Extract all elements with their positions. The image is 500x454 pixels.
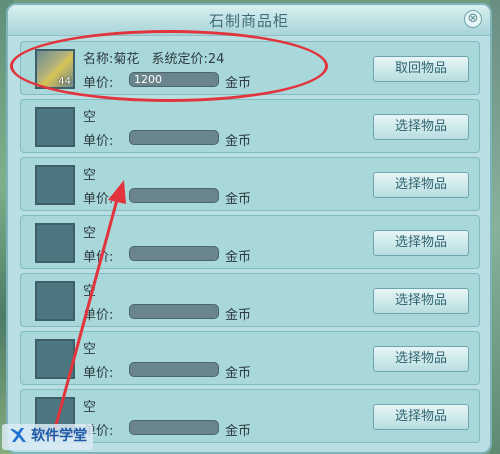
unit-price-label: 单价:: [83, 250, 114, 265]
select-item-button[interactable]: 选择物品: [373, 346, 469, 372]
item-slot: 空 单价: 金币 选择物品: [20, 215, 480, 269]
shop-cabinet-window: 石制商品柜 ⊗ 44 名称:菊花 系统定价:24 单价: 1200 金币 取回物…: [6, 3, 492, 454]
empty-label: 空: [83, 168, 97, 183]
select-item-button[interactable]: 选择物品: [373, 288, 469, 314]
window-title: 石制商品柜: [208, 12, 289, 30]
item-slot: 空 单价: 金币 选择物品: [20, 99, 480, 153]
empty-label: 空: [83, 284, 97, 299]
unit-price-input[interactable]: [129, 188, 219, 203]
unit-price-label: 单价:: [83, 308, 114, 323]
item-name-label: 名称:菊花: [83, 52, 140, 67]
empty-label: 空: [83, 226, 97, 241]
unit-price-label: 单价:: [83, 192, 114, 207]
unit-price-label: 单价:: [83, 76, 114, 91]
empty-label: 空: [83, 342, 97, 357]
item-info: 名称:菊花 系统定价:24: [83, 48, 224, 67]
select-item-button[interactable]: 选择物品: [373, 114, 469, 140]
empty-slot-icon[interactable]: [35, 165, 75, 205]
logo-icon: [10, 427, 26, 442]
retrieve-item-button[interactable]: 取回物品: [373, 56, 469, 82]
select-item-button[interactable]: 选择物品: [373, 230, 469, 256]
select-item-button[interactable]: 选择物品: [373, 172, 469, 198]
watermark-text: 软件学堂: [31, 427, 88, 444]
empty-slot-icon[interactable]: [35, 339, 75, 379]
unit-price-label: 单价:: [83, 134, 114, 149]
chrysanthemum-item-icon[interactable]: 44: [35, 49, 75, 89]
unit-price-label: 单价:: [83, 366, 114, 381]
select-item-button[interactable]: 选择物品: [373, 404, 469, 430]
unit-price-input[interactable]: [129, 362, 219, 377]
unit-price-input[interactable]: 1200: [129, 72, 219, 87]
currency-label: 金币: [225, 134, 252, 149]
empty-label: 空: [83, 110, 97, 125]
title-bar: 石制商品柜 ⊗: [8, 5, 490, 36]
item-slot: 空 单价: 金币 选择物品: [20, 273, 480, 327]
unit-price-input[interactable]: [129, 304, 219, 319]
empty-slot-icon[interactable]: [35, 223, 75, 263]
empty-slot-icon[interactable]: [35, 281, 75, 321]
close-icon[interactable]: ⊗: [464, 10, 482, 28]
currency-label: 金币: [225, 308, 252, 323]
currency-label: 金币: [225, 250, 252, 265]
item-quantity: 44: [58, 76, 71, 87]
currency-label: 金币: [225, 192, 252, 207]
item-slot: 空 单价: 金币 选择物品: [20, 157, 480, 211]
watermark-logo: 软件学堂: [2, 424, 94, 450]
empty-slot-icon[interactable]: [35, 107, 75, 147]
unit-price-input[interactable]: [129, 420, 219, 435]
currency-label: 金币: [225, 366, 252, 381]
unit-price-input[interactable]: [129, 130, 219, 145]
system-price-label: 系统定价:24: [151, 52, 225, 67]
currency-label: 金币: [225, 424, 252, 439]
item-slot: 空 单价: 金币 选择物品: [20, 331, 480, 385]
item-slot: 44 名称:菊花 系统定价:24 单价: 1200 金币 取回物品: [20, 41, 480, 95]
empty-label: 空: [83, 400, 97, 415]
currency-label: 金币: [225, 76, 252, 91]
unit-price-input[interactable]: [129, 246, 219, 261]
